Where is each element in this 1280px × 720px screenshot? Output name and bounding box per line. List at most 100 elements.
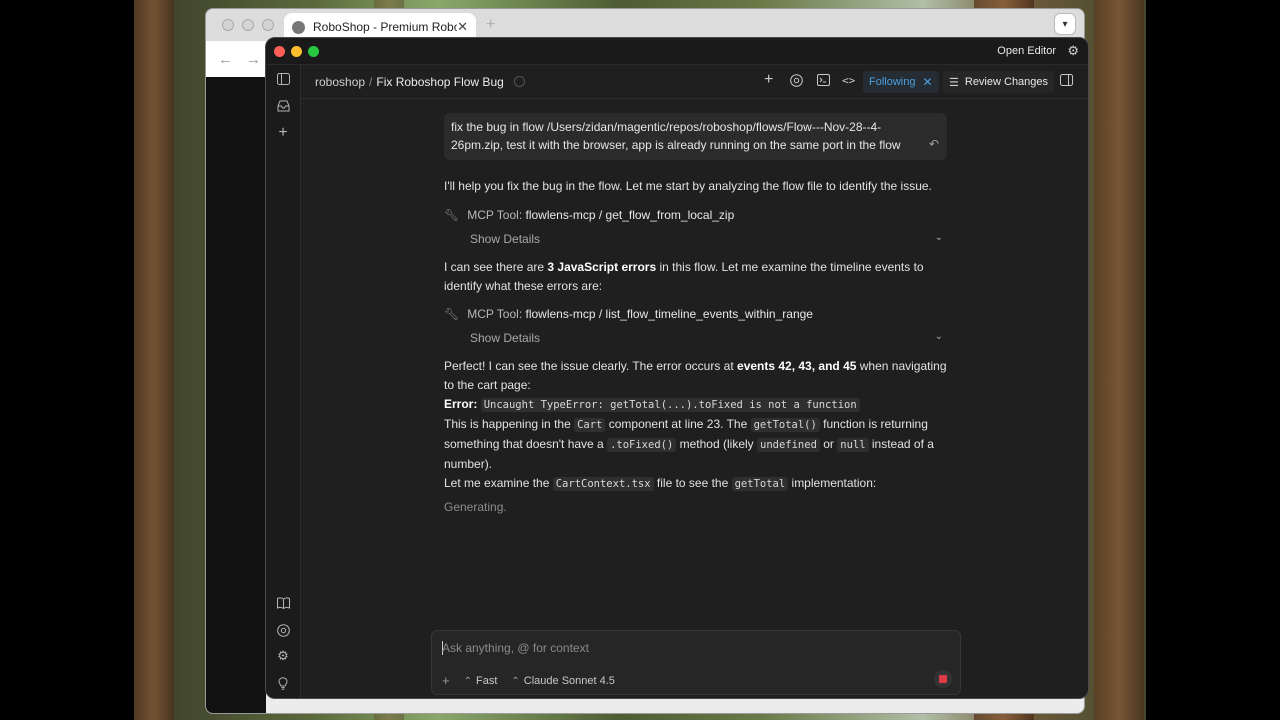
stop-icon	[939, 675, 947, 683]
close-icon[interactable]: ✕	[922, 75, 932, 89]
mode-label: Fast	[475, 674, 498, 687]
text-run: file to see the	[653, 476, 732, 490]
mode-selector[interactable]: ⌃ Fast	[464, 675, 498, 687]
breadcrumb: roboshop / Fix Roboshop Flow Bug	[315, 75, 525, 89]
tool-name: flowlens-mcp / get_flow_from_local_zip	[525, 208, 735, 222]
chrome-icon[interactable]	[790, 74, 803, 90]
inline-code: null	[837, 438, 869, 452]
forward-arrow-icon[interactable]: →	[246, 51, 261, 68]
close-icon[interactable]	[274, 46, 285, 57]
gear-icon[interactable]: ⚙	[275, 648, 291, 664]
review-changes-label: Review Changes	[964, 76, 1049, 88]
minimize-icon[interactable]	[291, 46, 302, 57]
chevron-down-icon: ⌄	[934, 331, 943, 342]
tool-name: flowlens-mcp / list_flow_timeline_events…	[525, 307, 813, 321]
error-line: Error: Uncaught TypeError: getTotal(...)…	[444, 395, 949, 415]
user-message-text: fix the bug in flow /Users/zidan/magenti…	[451, 120, 901, 152]
assistant-errors-text: I can see there are 3 JavaScript errors …	[444, 258, 949, 296]
inline-code: Uncaught TypeError: getTotal(...).toFixe…	[480, 398, 860, 412]
new-tab-button[interactable]: +	[486, 16, 495, 34]
chevron-down-icon: ⌄	[934, 232, 943, 243]
show-details-toggle[interactable]: Show Details ⌄	[470, 331, 943, 345]
wrench-icon: 🔧︎	[444, 307, 460, 321]
left-rail: + ⚙	[266, 65, 301, 698]
show-details-label: Show Details	[470, 331, 541, 345]
code-icon[interactable]: <>	[842, 74, 855, 87]
browser-tab-title: RoboShop - Premium Robots	[313, 20, 458, 34]
stop-button[interactable]	[934, 670, 952, 688]
chevron-up-icon: ⌃	[511, 675, 520, 687]
screen: RoboShop - Premium Robots ✕ + ▾ ← → Open…	[0, 0, 1280, 720]
globe-icon	[292, 20, 305, 34]
inline-code: undefined	[757, 438, 820, 452]
assistant-analysis: Perfect! I can see the issue clearly. Th…	[444, 357, 949, 494]
inline-code: getTotal()	[750, 418, 820, 432]
wrench-icon: 🔧︎	[444, 208, 460, 222]
undo-icon[interactable]: ↶	[929, 135, 939, 153]
list-icon: ☰	[949, 76, 959, 89]
composer-toolbar: + ⌃ Fast ⌃ Claude Sonnet 4.5	[442, 673, 629, 688]
inline-code: getTotal	[731, 477, 789, 491]
inline-code: .toFixed()	[607, 438, 677, 452]
gear-icon[interactable]: ⚙	[1067, 43, 1079, 59]
error-label: Error:	[444, 397, 478, 411]
add-context-button[interactable]: +	[442, 673, 450, 688]
model-label: Claude Sonnet 4.5	[523, 674, 615, 687]
loading-spinner-icon	[513, 76, 525, 87]
sidebar-toggle-icon[interactable]	[275, 71, 291, 87]
show-details-toggle[interactable]: Show Details ⌄	[470, 232, 943, 246]
paragraph: Perfect! I can see the issue clearly. Th…	[444, 357, 949, 395]
minimize-icon[interactable]	[242, 19, 254, 31]
text-run: I can see there are	[444, 260, 548, 274]
breadcrumb-separator: /	[369, 75, 373, 89]
breadcrumb-thread: Fix Roboshop Flow Bug	[376, 75, 504, 89]
model-selector[interactable]: ⌃ Claude Sonnet 4.5	[511, 675, 615, 687]
plus-icon[interactable]: +	[275, 124, 291, 141]
text-run: method (likely	[676, 437, 757, 451]
paragraph: Let me examine the CartContext.tsx file …	[444, 474, 949, 494]
panel-toggle-icon[interactable]	[1060, 74, 1073, 89]
review-changes-button[interactable]: ☰ Review Changes	[943, 71, 1055, 93]
inline-code: CartContext.tsx	[552, 477, 654, 491]
text-bold: 3 JavaScript errors	[547, 260, 657, 274]
browser-page	[206, 77, 266, 713]
tool-call-1: 🔧︎ MCP Tool: flowlens-mcp / get_flow_fro…	[444, 208, 734, 222]
chat-composer[interactable]: Ask anything, @ for context + ⌃ Fast ⌃ Cla…	[431, 630, 961, 695]
tool-label: MCP Tool:	[467, 307, 523, 321]
lightbulb-icon[interactable]	[275, 675, 291, 691]
chevron-down-icon[interactable]: ▾	[1054, 13, 1076, 35]
app-title-bar: Open Editor ⚙	[266, 38, 1088, 65]
chat-input[interactable]: Ask anything, @ for context	[442, 641, 589, 655]
inline-code: Cart	[574, 418, 606, 432]
chrome-icon[interactable]	[275, 622, 291, 638]
generating-status: Generating.	[444, 500, 507, 514]
text-run: implementation:	[788, 476, 877, 490]
tool-label: MCP Tool:	[467, 208, 523, 222]
zoom-icon[interactable]	[308, 46, 319, 57]
following-toggle[interactable]: Following ✕	[863, 71, 939, 93]
tab-close-icon[interactable]: ✕	[457, 19, 468, 35]
assistant-intro: I'll help you fix the bug in the flow. L…	[444, 179, 932, 193]
user-message: fix the bug in flow /Users/zidan/magenti…	[444, 113, 947, 160]
app-window-controls	[274, 46, 319, 57]
thread-header: roboshop / Fix Roboshop Flow Bug + <> Foll…	[301, 65, 1088, 99]
text-run: Perfect! I can see the issue clearly. Th…	[444, 359, 738, 373]
terminal-icon[interactable]	[817, 74, 830, 89]
paragraph: This is happening in the Cart component …	[444, 415, 949, 474]
chevron-up-icon: ⌃	[463, 675, 472, 687]
open-editor-button[interactable]: Open Editor	[997, 45, 1056, 57]
plus-icon[interactable]: +	[764, 71, 773, 89]
zoom-icon[interactable]	[262, 19, 274, 31]
text-run: or	[819, 437, 838, 451]
tool-call-2: 🔧︎ MCP Tool: flowlens-mcp / list_flow_ti…	[444, 307, 813, 321]
following-label: Following	[869, 76, 916, 88]
browser-window-controls	[222, 19, 274, 31]
breadcrumb-repo[interactable]: roboshop	[315, 75, 365, 89]
close-icon[interactable]	[222, 19, 234, 31]
agent-app-window: Open Editor ⚙ + ⚙ roboshop / Fix Robosho…	[265, 37, 1089, 699]
inbox-icon[interactable]	[275, 98, 291, 114]
book-icon[interactable]	[275, 595, 291, 611]
back-arrow-icon[interactable]: ←	[218, 51, 233, 68]
text-run: Let me examine the	[444, 476, 553, 490]
show-details-label: Show Details	[470, 232, 541, 246]
